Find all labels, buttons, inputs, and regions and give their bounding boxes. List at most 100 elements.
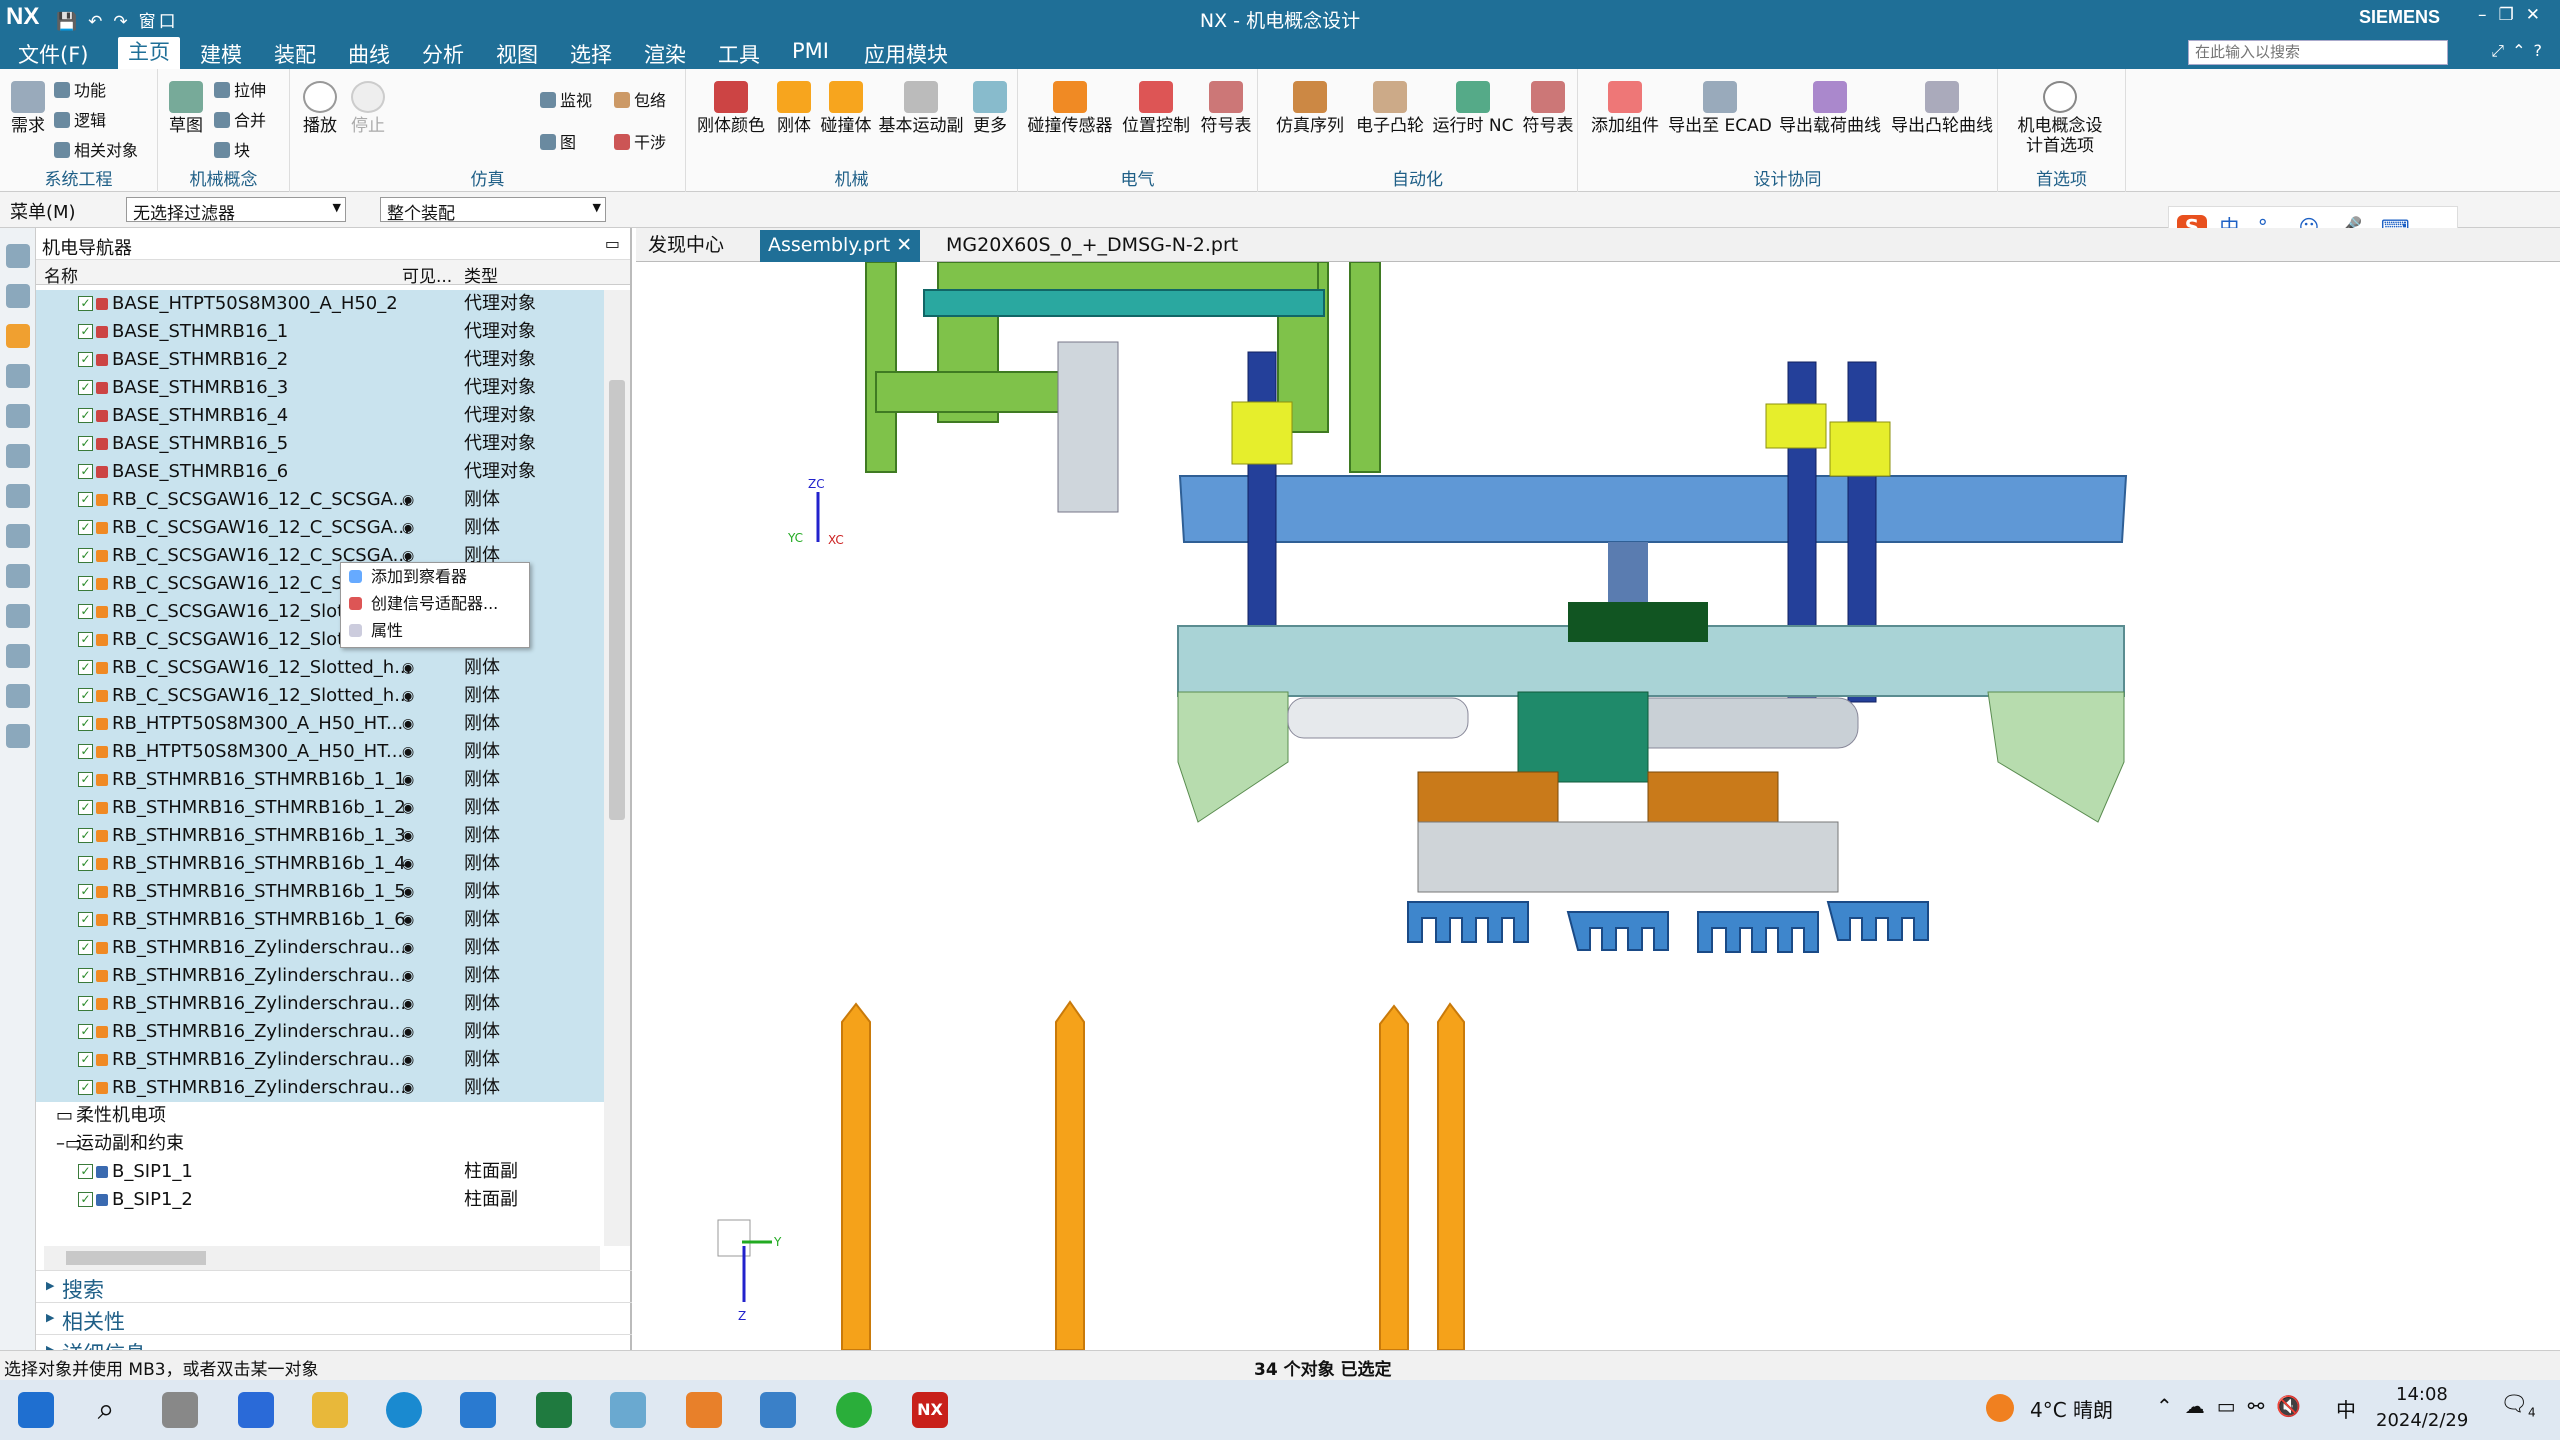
visibility-checkbox[interactable]: ✓ (78, 1164, 93, 1179)
export-load-curve-button[interactable]: 导出载荷曲线 (1776, 81, 1884, 136)
tab-mg20x60s[interactable]: MG20X60S_0_+_DMSG-N-2.prt (938, 230, 1246, 262)
feishu-icon[interactable] (460, 1392, 496, 1428)
eye-icon[interactable]: ◉ (402, 710, 414, 738)
visibility-checkbox[interactable]: ✓ (78, 856, 93, 871)
menu-app-modules[interactable]: 应用模块 (864, 39, 948, 69)
tree-row[interactable]: ✓ RB_STHMRB16_Zylinderschrau... ◉ 刚体 (36, 934, 604, 962)
eye-icon[interactable]: ◉ (402, 738, 414, 766)
eye-icon[interactable]: ◉ (402, 766, 414, 794)
mechatronics-navigator-icon[interactable] (6, 324, 30, 348)
menu-button[interactable]: 菜单(M) (10, 198, 76, 224)
eye-icon[interactable]: ◉ (402, 878, 414, 906)
runtime-inspector-icon[interactable] (6, 524, 30, 548)
visibility-checkbox[interactable]: ✓ (78, 940, 93, 955)
menu-select[interactable]: 选择 (570, 39, 612, 69)
function-button[interactable]: 功能 (54, 77, 106, 101)
visibility-checkbox[interactable]: ✓ (78, 772, 93, 787)
properties-item[interactable]: 属性 (341, 617, 529, 644)
visibility-checkbox[interactable]: ✓ (78, 828, 93, 843)
maximize-icon[interactable]: ▭ (605, 234, 620, 253)
tree-row[interactable]: ✓ RB_STHMRB16_Zylinderschrau... ◉ 刚体 (36, 962, 604, 990)
reuse-library-icon[interactable] (6, 444, 30, 468)
menu-analysis[interactable]: 分析 (422, 39, 464, 69)
eye-icon[interactable]: ◉ (402, 850, 414, 878)
eye-icon[interactable]: ◉ (402, 822, 414, 850)
mcd-preferences-button[interactable]: 机电概念设计首选项 (2010, 81, 2110, 156)
symbol-table-button[interactable]: 符号表 (1198, 81, 1254, 136)
close-icon[interactable]: ✕ (2526, 5, 2552, 25)
menu-view[interactable]: 视图 (496, 39, 538, 69)
eye-icon[interactable]: ◉ (402, 682, 414, 710)
visibility-checkbox[interactable]: ✓ (78, 800, 93, 815)
tray-icons[interactable]: ⌃☁▭⚯🔇 (2156, 1394, 2313, 1418)
menu-render[interactable]: 渲染 (644, 39, 686, 69)
visibility-checkbox[interactable]: ✓ (78, 576, 93, 591)
simulation-sequence-button[interactable]: 仿真序列 (1272, 81, 1348, 136)
tree-row[interactable]: ✓ BASE_STHMRB16_4 代理对象 (36, 402, 604, 430)
eye-icon[interactable]: ◉ (402, 1018, 414, 1046)
physics-navigator-icon[interactable] (6, 564, 30, 588)
tree-row[interactable]: –▭ 运动副和约束 (36, 1130, 604, 1158)
menu-file[interactable]: 文件(F) (18, 39, 88, 69)
add-component-button[interactable]: 添加组件 (1588, 81, 1662, 136)
tree-row[interactable]: ✓ BASE_STHMRB16_5 代理对象 (36, 430, 604, 458)
play-button[interactable]: 播放 (298, 81, 342, 136)
visibility-checkbox[interactable]: ✓ (78, 912, 93, 927)
tree-row[interactable]: ✓ RB_STHMRB16_STHMRB16b_1_3 ◉ 刚体 (36, 822, 604, 850)
panel-search[interactable]: 搜索 (36, 1270, 632, 1302)
web-browser-icon[interactable] (6, 644, 30, 668)
menu-curve[interactable]: 曲线 (348, 39, 390, 69)
position-control-button[interactable]: 位置控制 (1118, 81, 1194, 136)
weather-text[interactable]: 4°C 晴朗 (2030, 1394, 2113, 1423)
rigid-body-color-button[interactable]: 刚体颜色 (696, 81, 766, 136)
notepad-icon[interactable] (610, 1392, 646, 1428)
eye-icon[interactable]: ◉ (402, 906, 414, 934)
menu-tools[interactable]: 工具 (718, 39, 760, 69)
edge-icon[interactable] (386, 1392, 422, 1428)
eye-icon[interactable]: ◉ (402, 1046, 414, 1074)
visibility-checkbox[interactable]: ✓ (78, 1192, 93, 1207)
visibility-checkbox[interactable]: ✓ (78, 604, 93, 619)
add-to-inspector-item[interactable]: 添加到察看器 (341, 563, 529, 590)
tree-row[interactable]: ✓ RB_STHMRB16_STHMRB16b_1_1 ◉ 刚体 (36, 766, 604, 794)
eye-icon[interactable]: ◉ (402, 794, 414, 822)
signal-icon[interactable] (6, 684, 30, 708)
todo-icon[interactable] (238, 1392, 274, 1428)
tree-row[interactable]: ✓ B_SIP1_2 柱面副 (36, 1186, 604, 1214)
graph-button[interactable]: 图 (540, 129, 576, 153)
menu-assembly[interactable]: 装配 (274, 39, 316, 69)
tab-discovery-center[interactable]: 发现中心 (640, 230, 732, 262)
tree-row[interactable]: ✓ RB_HTPT50S8M300_A_H50_HT... ◉ 刚体 (36, 738, 604, 766)
tree-row[interactable]: ✓ B_SIP1_1 柱面副 (36, 1158, 604, 1186)
menu-home[interactable]: 主页 (118, 37, 180, 69)
eye-icon[interactable]: ◉ (402, 486, 414, 514)
menu-modeling[interactable]: 建模 (200, 39, 242, 69)
collision-body-button[interactable]: 碰撞体 (818, 81, 874, 136)
visibility-checkbox[interactable]: ✓ (78, 632, 93, 647)
visibility-checkbox[interactable]: ✓ (78, 1052, 93, 1067)
settings-icon[interactable] (6, 244, 30, 268)
graphics-viewport[interactable]: ZC YC XC Y Z (638, 262, 2560, 1350)
start-icon[interactable] (18, 1392, 54, 1428)
visibility-checkbox[interactable]: ✓ (78, 688, 93, 703)
tree-row[interactable]: ✓ RB_C_SCSGAW16_12_C_SCSGA... ◉ 刚体 (36, 486, 604, 514)
envelope-button[interactable]: 包络 (614, 87, 666, 111)
constraint-navigator-icon[interactable] (6, 404, 30, 428)
nx-taskbar-icon[interactable]: NX (912, 1392, 948, 1428)
tree-row[interactable]: ✓ RB_STHMRB16_Zylinderschrau... ◉ 刚体 (36, 990, 604, 1018)
tree-row[interactable]: ✓ BASE_STHMRB16_2 代理对象 (36, 346, 604, 374)
requirements-button[interactable]: 需求 (6, 81, 50, 136)
history-icon[interactable] (6, 604, 30, 628)
visibility-checkbox[interactable]: ✓ (78, 436, 93, 451)
related-objects-button[interactable]: 相关对象 (54, 137, 138, 161)
part-navigator-icon[interactable] (6, 364, 30, 388)
visibility-checkbox[interactable]: ✓ (78, 1080, 93, 1095)
menu-pmi[interactable]: PMI (792, 39, 829, 63)
ime-indicator[interactable]: 中 (2336, 1394, 2356, 1423)
more-button[interactable]: 更多 (970, 81, 1010, 136)
app-icon[interactable] (760, 1392, 796, 1428)
clock-date[interactable]: 2024/2/29 (2376, 1410, 2468, 1431)
tree-row[interactable]: ✓ BASE_STHMRB16_6 代理对象 (36, 458, 604, 486)
visibility-checkbox[interactable]: ✓ (78, 1024, 93, 1039)
assembly-navigator-icon[interactable] (6, 284, 30, 308)
